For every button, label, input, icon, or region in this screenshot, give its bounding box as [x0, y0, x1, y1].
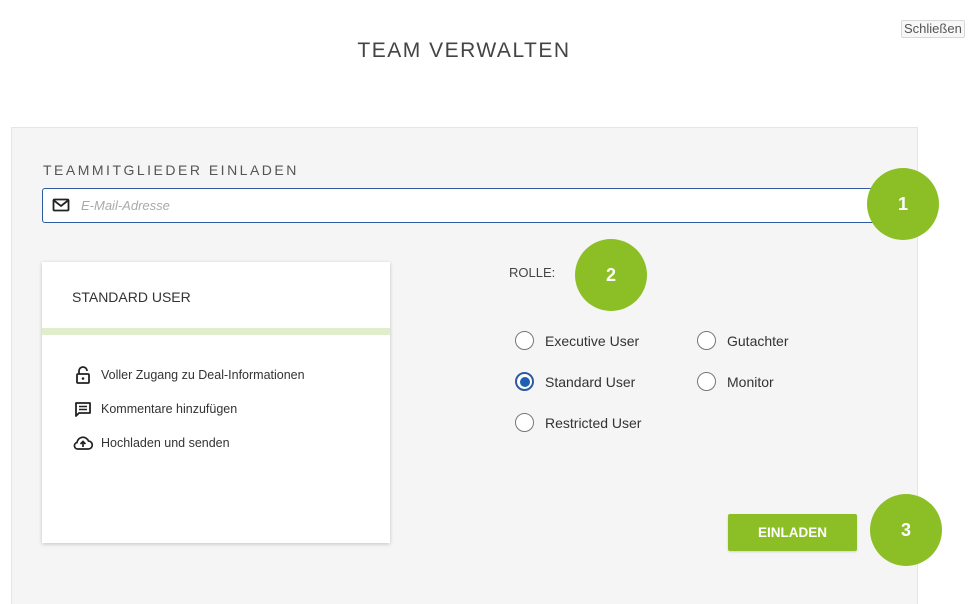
lock-open-icon	[73, 366, 93, 384]
role-label: ROLLE:	[509, 265, 556, 280]
role-card-title: STANDARD USER	[72, 289, 191, 305]
invite-section-label: TEAMMITGLIEDER EINLADEN	[43, 162, 299, 178]
radio-label: Standard User	[545, 373, 636, 390]
radio-circle[interactable]	[515, 413, 534, 432]
radio-restricted-user[interactable]: Restricted User	[515, 413, 641, 432]
radio-label: Restricted User	[545, 414, 642, 431]
step-badge-1: 1	[867, 168, 939, 240]
invite-button[interactable]: EINLADEN	[728, 514, 857, 551]
radio-circle[interactable]	[515, 331, 534, 350]
radio-label: Monitor	[727, 373, 774, 390]
radio-gutachter[interactable]: Gutachter	[697, 331, 788, 350]
email-field[interactable]	[42, 188, 880, 223]
permission-item: Hochladen und senden	[73, 434, 230, 452]
radio-circle[interactable]	[515, 372, 534, 391]
close-button[interactable]: Schließen	[901, 20, 965, 38]
step-badge-3: 3	[870, 494, 942, 566]
permission-item: Kommentare hinzufügen	[73, 400, 237, 418]
radio-executive-user[interactable]: Executive User	[515, 331, 639, 350]
radio-circle[interactable]	[697, 331, 716, 350]
radio-circle[interactable]	[697, 372, 716, 391]
role-card-accent-bar	[42, 328, 390, 335]
radio-label: Executive User	[545, 332, 640, 349]
permission-label: Voller Zugang zu Deal-Informationen	[101, 368, 305, 382]
radio-label: Gutachter	[727, 332, 789, 349]
mail-icon	[52, 197, 70, 218]
permission-label: Kommentare hinzufügen	[101, 402, 238, 416]
permission-label: Hochladen und senden	[101, 436, 230, 450]
comment-icon	[73, 400, 93, 418]
step-badge-2: 2	[575, 239, 647, 311]
role-description-card: STANDARD USER Voller Zugang zu Deal-Info…	[42, 262, 390, 543]
radio-monitor[interactable]: Monitor	[697, 372, 774, 391]
team-manage-dialog: Schließen TEAM VERWALTEN TEAMMITGLIEDER …	[0, 0, 968, 604]
cloud-upload-icon	[73, 434, 93, 452]
email-input[interactable]	[81, 189, 861, 222]
page-title: TEAM VERWALTEN	[357, 39, 571, 62]
invite-panel: TEAMMITGLIEDER EINLADEN STANDARD USER	[11, 127, 918, 604]
permission-item: Voller Zugang zu Deal-Informationen	[73, 366, 305, 384]
radio-standard-user[interactable]: Standard User	[515, 372, 635, 391]
